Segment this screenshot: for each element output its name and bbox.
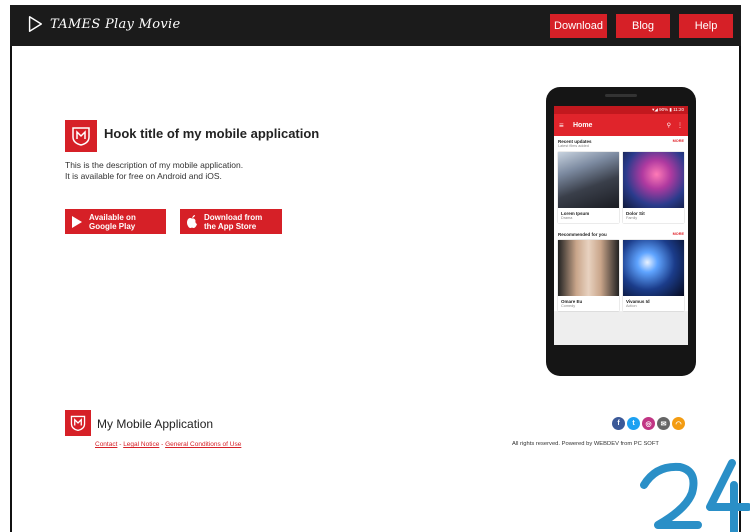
phone-app-bar: ≡ Home ⚲ ⋮ xyxy=(554,114,688,136)
instagram-icon[interactable]: ◎ xyxy=(642,417,655,430)
movie-genre: Comedy xyxy=(561,304,576,308)
movie-title: Lorem Ipsum xyxy=(561,211,590,216)
social-icons: f t ◎ ✉ ◠ xyxy=(612,417,685,430)
shield-logo-icon xyxy=(72,127,90,146)
movie-card[interactable]: Omare Eu Comedy xyxy=(558,240,619,311)
phone-section-header: Recent updates Latest films added MORE xyxy=(554,136,688,152)
hamburger-icon[interactable]: ≡ xyxy=(559,121,573,130)
footer-links: Contact - Legal Notice - General Conditi… xyxy=(95,441,241,448)
google-play-line2: Google Play xyxy=(89,221,136,231)
phone-status-bar: ▾◢ 90% ▮ 11:20 xyxy=(554,106,688,114)
legal-notice-link[interactable]: Legal Notice xyxy=(123,441,159,448)
more-link[interactable]: MORE xyxy=(673,139,684,152)
download-button[interactable]: Download xyxy=(550,14,607,38)
footer-logo xyxy=(65,410,91,436)
phone-card-row: Lorem Ipsum Drama Dolor Sit Family xyxy=(554,152,688,223)
movie-title: Omare Eu xyxy=(561,299,583,304)
email-icon[interactable]: ✉ xyxy=(657,417,670,430)
google-play-icon xyxy=(72,215,82,228)
brand[interactable]: TAMES Play Movie xyxy=(26,15,180,33)
movie-genre: Drama xyxy=(561,216,573,220)
more-vert-icon[interactable]: ⋮ xyxy=(677,122,683,129)
google-play-line1: Available on xyxy=(89,212,136,222)
twitter-icon[interactable]: t xyxy=(627,417,640,430)
movie-genre: Family xyxy=(626,216,638,220)
app-store-line1: Download from xyxy=(204,212,263,222)
app-store-label: Download from the App Store xyxy=(204,213,262,231)
phone-section-header: Recommended for you MORE xyxy=(554,229,688,240)
footer-title: My Mobile Application xyxy=(97,417,214,431)
search-icon[interactable]: ⚲ xyxy=(667,122,671,129)
apple-icon xyxy=(187,215,197,228)
phone-card-row: Omare Eu Comedy Vivamus Id Action xyxy=(554,240,688,311)
movie-poster xyxy=(623,240,684,296)
movie-card[interactable]: Dolor Sit Family xyxy=(623,152,684,223)
google-play-button[interactable]: Available on Google Play xyxy=(65,209,166,234)
app-store-line2: the App Store xyxy=(204,221,257,231)
watermark-logo xyxy=(640,459,750,532)
phone-mockup: ▾◢ 90% ▮ 11:20 ≡ Home ⚲ ⋮ Recent updates… xyxy=(546,87,696,376)
phone-speaker xyxy=(605,94,637,97)
phone-app-title: Home xyxy=(573,121,593,129)
brand-name: TAMES Play Movie xyxy=(50,16,181,32)
facebook-icon[interactable]: f xyxy=(612,417,625,430)
hero-description: This is the description of my mobile app… xyxy=(65,160,325,182)
movie-card[interactable]: Lorem Ipsum Drama xyxy=(558,152,619,223)
movie-title: Dolor Sit xyxy=(626,211,645,216)
hero-description-line: It is available for free on Android and … xyxy=(65,171,222,181)
more-link[interactable]: MORE xyxy=(673,232,684,240)
hero-title: Hook title of my mobile application xyxy=(104,126,320,141)
shield-logo-icon xyxy=(70,415,86,432)
rss-icon[interactable]: ◠ xyxy=(672,417,685,430)
general-conditions-link[interactable]: General Conditions of Use xyxy=(165,441,241,448)
movie-genre: Action xyxy=(626,304,637,308)
contact-link[interactable]: Contact xyxy=(95,441,117,448)
app-store-button[interactable]: Download from the App Store xyxy=(180,209,282,234)
blog-button[interactable]: Blog xyxy=(616,14,670,38)
google-play-label: Available on Google Play xyxy=(89,213,136,231)
play-outline-icon xyxy=(28,16,43,32)
section-title: Recommended for you xyxy=(558,232,607,237)
phone-screen: ▾◢ 90% ▮ 11:20 ≡ Home ⚲ ⋮ Recent updates… xyxy=(554,106,688,345)
movie-poster xyxy=(623,152,684,208)
movie-poster xyxy=(558,152,619,208)
copyright-text: All rights reserved. Powered by WEBDEV f… xyxy=(512,441,659,447)
section-titles: Recent updates Latest films added xyxy=(558,139,592,152)
movie-poster xyxy=(558,240,619,296)
hero-description-line: This is the description of my mobile app… xyxy=(65,160,244,170)
top-navigation-bar: TAMES Play Movie Download Blog Help xyxy=(10,5,741,46)
main-nav: Download Blog Help xyxy=(550,14,733,38)
movie-card[interactable]: Vivamus Id Action xyxy=(623,240,684,311)
help-button[interactable]: Help xyxy=(679,14,733,38)
section-subtitle: Latest films added xyxy=(558,144,589,148)
app-logo xyxy=(65,120,97,152)
movie-title: Vivamus Id xyxy=(626,299,650,304)
